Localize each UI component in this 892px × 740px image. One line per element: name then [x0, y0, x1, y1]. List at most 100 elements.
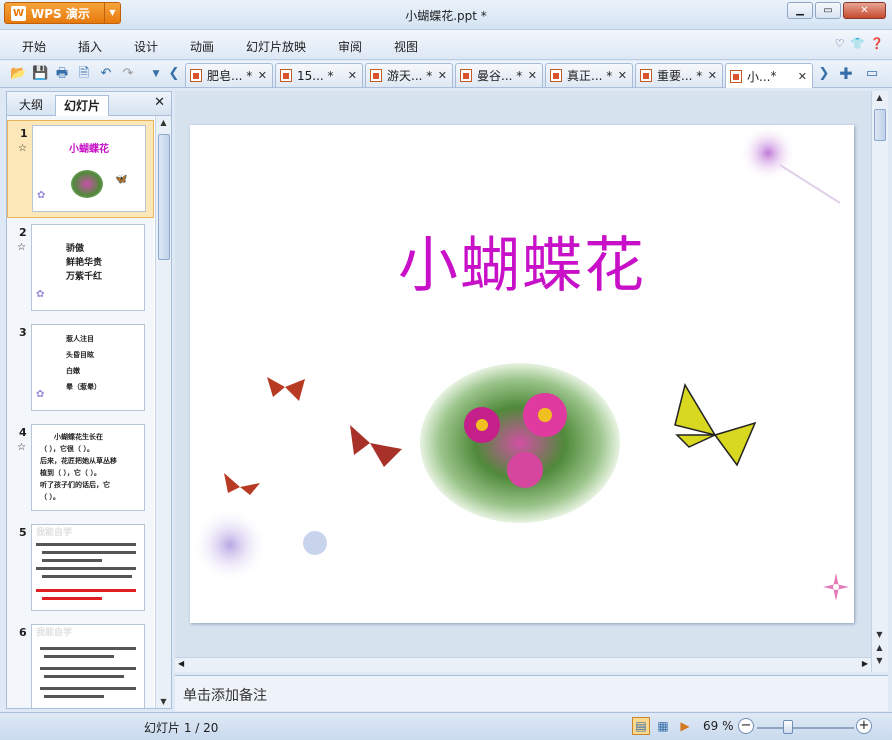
slide-thumbnail-6[interactable]: 6 我能自学	[7, 620, 154, 708]
thumbnail-line: 听了孩子们的话后，它	[40, 481, 110, 489]
ppt-file-icon	[730, 69, 742, 83]
doc-tab-1[interactable]: 肥皂... * ✕	[185, 63, 273, 87]
menu-view[interactable]: 视图	[394, 38, 418, 55]
slide-thumbnail-4[interactable]: 4 ☆ 小蝴蝶花生长在 （ ），它很（ ）。 后来，花匠把她从草丛移 植到（ ）…	[7, 420, 154, 518]
text-line	[44, 695, 104, 698]
text-line	[36, 567, 136, 570]
doc-tab-6[interactable]: 重要... * ✕	[635, 63, 723, 87]
sparkle-icon	[823, 573, 849, 601]
maximize-button[interactable]: ▭	[815, 2, 841, 19]
menu-bar: 开始 插入 设计 动画 幻灯片放映 审阅 视图 ♡ 👕 ❓	[0, 30, 892, 60]
close-tab-icon[interactable]: ✕	[798, 70, 807, 83]
text-line	[40, 687, 136, 690]
menu-home[interactable]: 开始	[22, 38, 46, 55]
doc-tab-2[interactable]: 15... * ✕	[275, 63, 363, 87]
scrollbar-thumb[interactable]	[158, 134, 170, 260]
notes-pane[interactable]: 单击添加备注	[175, 675, 888, 711]
slide-number: 1	[20, 127, 28, 140]
close-tab-icon[interactable]: ✕	[708, 69, 717, 82]
scroll-left-icon[interactable]: ◀	[178, 659, 184, 668]
slide-thumbnail-2[interactable]: 2 ☆ 骄傲 鲜艳华贵 万紫千红 ✿	[7, 220, 154, 318]
scroll-down-icon[interactable]: ▼	[872, 630, 887, 639]
slide-sorter-icon[interactable]: ▦	[654, 717, 672, 735]
menu-design[interactable]: 设计	[134, 38, 158, 55]
flower-cluster-image	[420, 363, 620, 523]
zoom-slider-handle[interactable]	[783, 720, 793, 734]
new-tab-icon[interactable]: ✚	[838, 66, 854, 82]
close-tab-icon[interactable]: ✕	[438, 69, 447, 82]
doc-tab-modified: *	[426, 68, 433, 83]
tab-scroll-right-icon[interactable]: ❯	[816, 66, 832, 82]
print-icon[interactable]: 🖶	[54, 66, 70, 82]
scroll-up-icon[interactable]: ▲	[156, 118, 171, 127]
tab-slides[interactable]: 幻灯片	[55, 95, 110, 116]
scroll-up-icon[interactable]: ▲	[872, 93, 887, 102]
zoom-slider[interactable]	[757, 727, 854, 729]
butterfly-red-1	[267, 377, 305, 401]
slideshow-icon[interactable]: ▶	[676, 717, 694, 735]
menu-animation[interactable]: 动画	[190, 38, 214, 55]
minimize-button[interactable]: ▁	[787, 2, 813, 19]
tab-scroll-left-icon[interactable]: ❮	[166, 66, 182, 82]
pansy-topright	[740, 125, 841, 204]
close-tab-icon[interactable]: ✕	[528, 69, 537, 82]
doc-tab-5[interactable]: 真正... * ✕	[545, 63, 633, 87]
thumbnail-line: 骄傲	[66, 244, 85, 254]
close-pane-icon[interactable]: ✕	[154, 95, 165, 110]
pane-tabs: 大纲 幻灯片 ✕	[7, 92, 171, 116]
slide-canvas[interactable]: 小蝴蝶花	[190, 125, 854, 623]
collapse-ribbon-icon[interactable]: ♡	[835, 37, 845, 50]
slide-scrollbar[interactable]: ▲ ▼ ▲ ▼	[871, 91, 888, 672]
slide-hscrollbar[interactable]: ◀ ▶	[175, 657, 871, 672]
thumbnail-preview: 骄傲 鲜艳华贵 万紫千红 ✿	[31, 224, 145, 311]
doc-tab-modified: *	[770, 69, 777, 83]
zoom-out-icon[interactable]: −	[738, 718, 754, 734]
skin-icon[interactable]: 👕	[851, 37, 865, 50]
scroll-down-icon[interactable]: ▼	[156, 697, 171, 706]
help-icon[interactable]: ❓	[870, 37, 884, 50]
doc-tab-3[interactable]: 游天... * ✕	[365, 63, 453, 87]
text-line	[40, 647, 136, 650]
scroll-right-icon[interactable]: ▶	[862, 659, 868, 668]
undo-icon[interactable]: ↶	[98, 66, 114, 82]
customize-toolbar-icon[interactable]: ▼	[148, 66, 164, 82]
close-tab-icon[interactable]: ✕	[348, 69, 357, 82]
slide-thumbnail-5[interactable]: 5 我能自学	[7, 520, 154, 618]
thumbnail-scrollbar[interactable]: ▲ ▼	[155, 116, 171, 708]
normal-view-icon[interactable]: ▤	[632, 717, 650, 735]
close-tab-icon[interactable]: ✕	[258, 69, 267, 82]
menu-insert[interactable]: 插入	[78, 38, 102, 55]
thumbnail-title: 小蝴蝶花	[69, 144, 109, 155]
slide-title[interactable]: 小蝴蝶花	[190, 217, 854, 304]
text-line	[42, 551, 136, 554]
slide-thumbnail-1[interactable]: 1 ☆ 小蝴蝶花 🦋 ✿	[7, 120, 154, 218]
thumbnail-line: 头昏目眩	[66, 351, 94, 359]
previous-slide-icon[interactable]: ▲	[872, 643, 887, 652]
thumbnail-preview: 惹人注目 头昏目眩 白嫩 晕（惹晕） ✿	[31, 324, 145, 411]
close-tab-icon[interactable]: ✕	[618, 69, 627, 82]
slide-thumbnail-3[interactable]: 3 惹人注目 头昏目眩 白嫩 晕（惹晕） ✿	[7, 320, 154, 418]
redo-icon[interactable]: ↷	[120, 66, 136, 82]
save-icon[interactable]: 💾	[32, 66, 48, 82]
menu-slideshow[interactable]: 幻灯片放映	[246, 38, 306, 55]
tab-outline[interactable]: 大纲	[11, 95, 51, 116]
print-preview-icon[interactable]: 🗎	[76, 66, 92, 82]
doc-tab-4[interactable]: 曼谷... * ✕	[455, 63, 543, 87]
pansy-icon: ✿	[36, 389, 45, 400]
close-button[interactable]: ✕	[843, 2, 886, 19]
scrollbar-thumb[interactable]	[874, 109, 886, 141]
next-slide-icon[interactable]: ▼	[872, 656, 887, 665]
open-folder-icon[interactable]: 📂	[10, 66, 26, 82]
animation-star-icon: ☆	[17, 442, 26, 453]
menu-review[interactable]: 审阅	[338, 38, 362, 55]
animation-star-icon: ☆	[18, 143, 27, 154]
title-bar: W WPS 演示 ▼ 小蝴蝶花.ppt * ▁ ▭ ✕	[0, 0, 892, 30]
text-line-red	[42, 597, 102, 600]
slide-number: 6	[19, 626, 27, 639]
butterfly-red-3	[224, 473, 260, 495]
zoom-in-icon[interactable]: +	[856, 718, 872, 734]
butterfly-yellow	[674, 383, 757, 467]
doc-tab-active[interactable]: 小... * ✕	[725, 63, 813, 88]
thumbnail-preview: 小蝴蝶花 🦋 ✿	[32, 125, 146, 212]
tab-list-icon[interactable]: ▭	[864, 66, 880, 82]
